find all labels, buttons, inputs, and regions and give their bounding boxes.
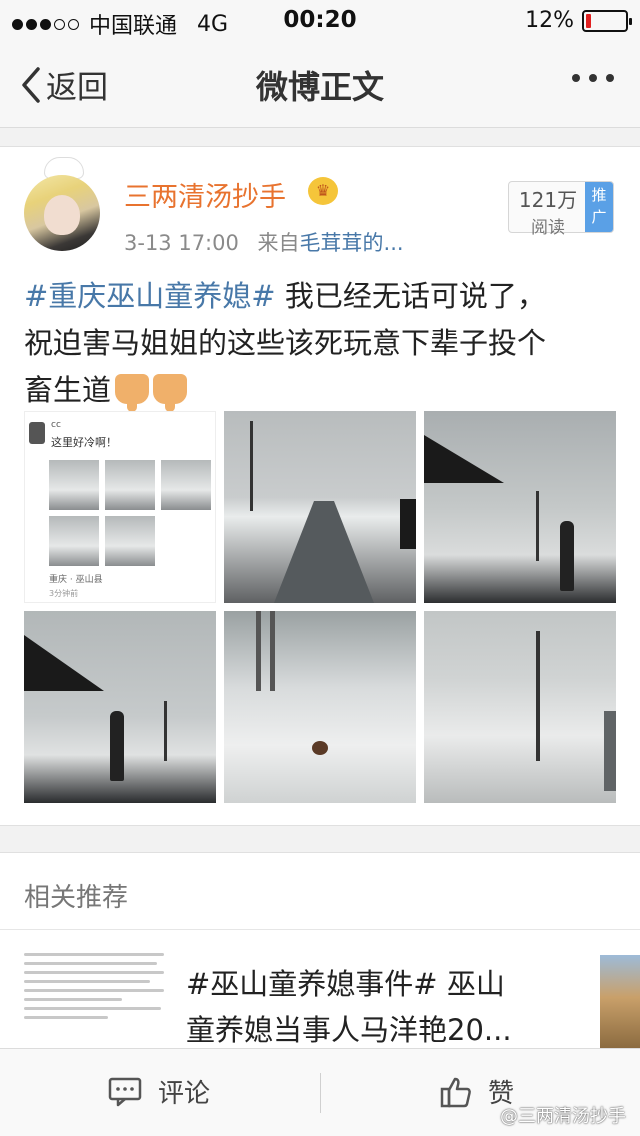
reads-box: 121万 阅读 [509, 182, 587, 238]
avatar-image [24, 175, 100, 251]
post-meta: 3-13 17:00 来自毛茸茸的... [124, 227, 404, 257]
vip-crown-icon: ♛ [308, 177, 338, 205]
screenshot-time: 3分钟前 [49, 589, 79, 598]
comment-icon [108, 1077, 142, 1106]
text-line [24, 980, 150, 983]
post-image-5[interactable] [224, 611, 416, 803]
text-line [24, 1016, 108, 1019]
related-line-1: #巫山童养媳事件# 巫山 [186, 967, 505, 1001]
post-line-3: 畜生道 [24, 373, 112, 407]
person-figure [560, 521, 574, 591]
divider [0, 929, 640, 930]
hashtag-link[interactable]: #重庆巫山童养媳# [24, 279, 276, 313]
watermark: @三两清汤抄手 [500, 1106, 626, 1127]
thumbs-down-icon [115, 374, 150, 412]
tree-shape [536, 491, 539, 561]
car-shape [400, 499, 416, 549]
pole-shape [604, 711, 616, 791]
status-right: 12% [525, 8, 632, 33]
related-line-2: 童养媳当事人马洋艳20... [186, 1013, 512, 1047]
screenshot-avatar [29, 422, 45, 444]
more-button[interactable] [572, 74, 614, 82]
screenshot-thumb [161, 460, 211, 510]
source-prefix: 来自 [257, 231, 300, 255]
promo-label-1: 推 [591, 186, 607, 204]
promote-button[interactable]: 推 广 [585, 182, 613, 232]
post-image-3[interactable] [424, 411, 616, 603]
text-line [24, 1007, 162, 1010]
screenshot-name: cc [51, 420, 61, 430]
related-section: 相关推荐 #巫山童养媳事件# 巫山 童养媳当事人马洋艳20... [0, 852, 640, 1049]
page-title: 微博正文 [255, 68, 384, 106]
related-thumbnail[interactable] [24, 953, 164, 1049]
divider [320, 1073, 321, 1113]
screenshot-thumb [49, 460, 99, 510]
thumbs-up-icon [440, 1077, 471, 1107]
thumbs-down-icon [153, 374, 188, 412]
car-roof-shape [424, 435, 504, 483]
related-item-text[interactable]: #巫山童养媳事件# 巫山 童养媳当事人马洋艳20... [186, 961, 586, 1053]
tree-shape [250, 421, 253, 511]
post-image-1[interactable]: cc 这里好冷啊！ 重庆 · 巫山县 3分钟前 [24, 411, 216, 603]
screenshot-thumb [49, 516, 99, 566]
text-line [24, 971, 164, 974]
screenshot-text: 这里好冷啊！ [51, 436, 117, 449]
car-roof-shape [24, 635, 104, 691]
more-dot-icon [589, 74, 597, 82]
related-title: 相关推荐 [24, 883, 129, 913]
post-image-2[interactable] [224, 411, 416, 603]
text-line [24, 953, 164, 956]
text-line [24, 989, 164, 992]
post-text: #重庆巫山童养媳# 我已经无话可说了， 祝迫害马姐姐的这些该死玩意下辈子投个 畜… [24, 273, 620, 414]
username[interactable]: 三两清汤抄手 [124, 175, 286, 214]
more-dot-icon [606, 74, 614, 82]
post-line-2: 祝迫害马姐姐的这些该死玩意下辈子投个 [24, 326, 547, 360]
person-figure [110, 711, 124, 781]
battery-percent: 12% [525, 8, 574, 33]
object-shape [312, 741, 328, 755]
weibo-post: 三两清汤抄手 ♛ 3-13 17:00 来自毛茸茸的... 121万 阅读 推 … [0, 146, 640, 826]
post-line-1: 我已经无话可说了， [275, 279, 546, 313]
more-dot-icon [572, 74, 580, 82]
reads-label: 阅读 [531, 218, 565, 238]
reads-badge: 121万 阅读 推 广 [508, 181, 614, 238]
status-bar: 中国联通 4G 00:20 12% [0, 0, 640, 40]
battery-fill [586, 13, 591, 28]
post-time: 3-13 17:00 [124, 231, 239, 255]
text-line [24, 998, 122, 1001]
post-image-6[interactable] [424, 611, 616, 803]
comment-label: 评论 [158, 1079, 211, 1109]
related-image[interactable] [600, 955, 640, 1049]
avatar-face [44, 195, 80, 235]
screenshot-thumb [105, 460, 155, 510]
avatar[interactable] [24, 157, 100, 251]
image-grid: cc 这里好冷啊！ 重庆 · 巫山县 3分钟前 [24, 411, 616, 803]
screenshot-thumb [105, 516, 155, 566]
screenshot-location: 重庆 · 巫山县 [49, 575, 103, 585]
reads-count: 121万 [518, 188, 578, 212]
road-shape [274, 501, 374, 603]
promo-label-2: 广 [591, 208, 607, 226]
pole-shape [256, 611, 261, 691]
tree-shape [536, 631, 540, 761]
pole-shape [270, 611, 275, 691]
source-link[interactable]: 毛茸茸的... [300, 231, 404, 255]
tree-shape [164, 701, 167, 761]
comment-button[interactable]: 评论 [108, 1073, 210, 1110]
text-line [24, 962, 157, 965]
battery-icon [582, 9, 632, 32]
navigation-bar: 返回 微博正文 [0, 40, 640, 128]
post-image-4[interactable] [24, 611, 216, 803]
